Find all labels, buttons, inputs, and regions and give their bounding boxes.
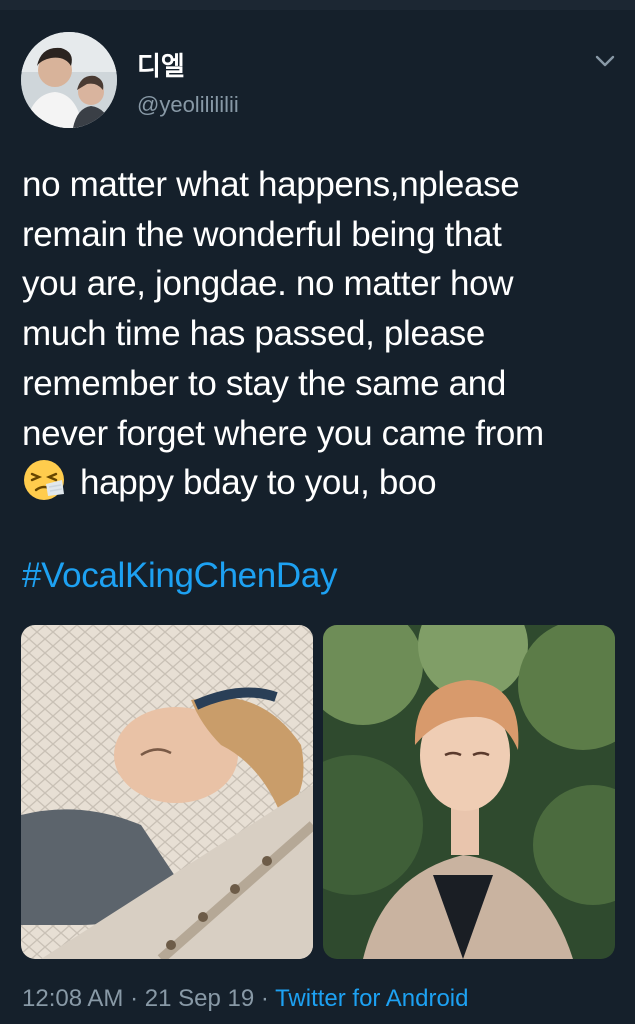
- tweet-text-line: never forget where you came from: [22, 413, 544, 453]
- tweet-card: 디엘 @yeolilililii no matter what happens,…: [0, 10, 635, 1024]
- tweet-text-line: happy bday to you, boo: [80, 463, 437, 503]
- status-strip: [0, 0, 635, 10]
- tweet-text: no matter what happens,nplease remain th…: [22, 160, 622, 508]
- author-name[interactable]: 디엘: [137, 46, 185, 83]
- tweet-text-line: you are, jongdae. no matter how: [22, 264, 514, 304]
- hashtag-link[interactable]: #VocalKingChenDay: [22, 556, 337, 596]
- avatar[interactable]: [21, 32, 117, 128]
- tweet-text-line: much time has passed, please: [22, 314, 485, 354]
- tweet-meta: 12:08 AM · 21 Sep 19 · Twitter for Andro…: [22, 985, 468, 1013]
- chevron-down-icon[interactable]: [590, 48, 620, 74]
- tweet-text-line: remember to stay the same and: [22, 363, 506, 403]
- media-photo-right[interactable]: [323, 625, 615, 959]
- tweet-text-line: no matter what happens,nplease: [22, 165, 520, 204]
- sneezing-face-icon: [22, 458, 66, 502]
- media-photo-left[interactable]: [21, 625, 313, 959]
- timestamp: 12:08 AM · 21 Sep 19 ·: [22, 985, 276, 1012]
- tweet-text-line-last: happy bday to you, boo: [22, 458, 622, 508]
- author-handle[interactable]: @yeolilililii: [137, 92, 239, 118]
- source-link[interactable]: Twitter for Android: [275, 985, 468, 1012]
- tweet-text-line: remain the wonderful being that: [22, 214, 502, 254]
